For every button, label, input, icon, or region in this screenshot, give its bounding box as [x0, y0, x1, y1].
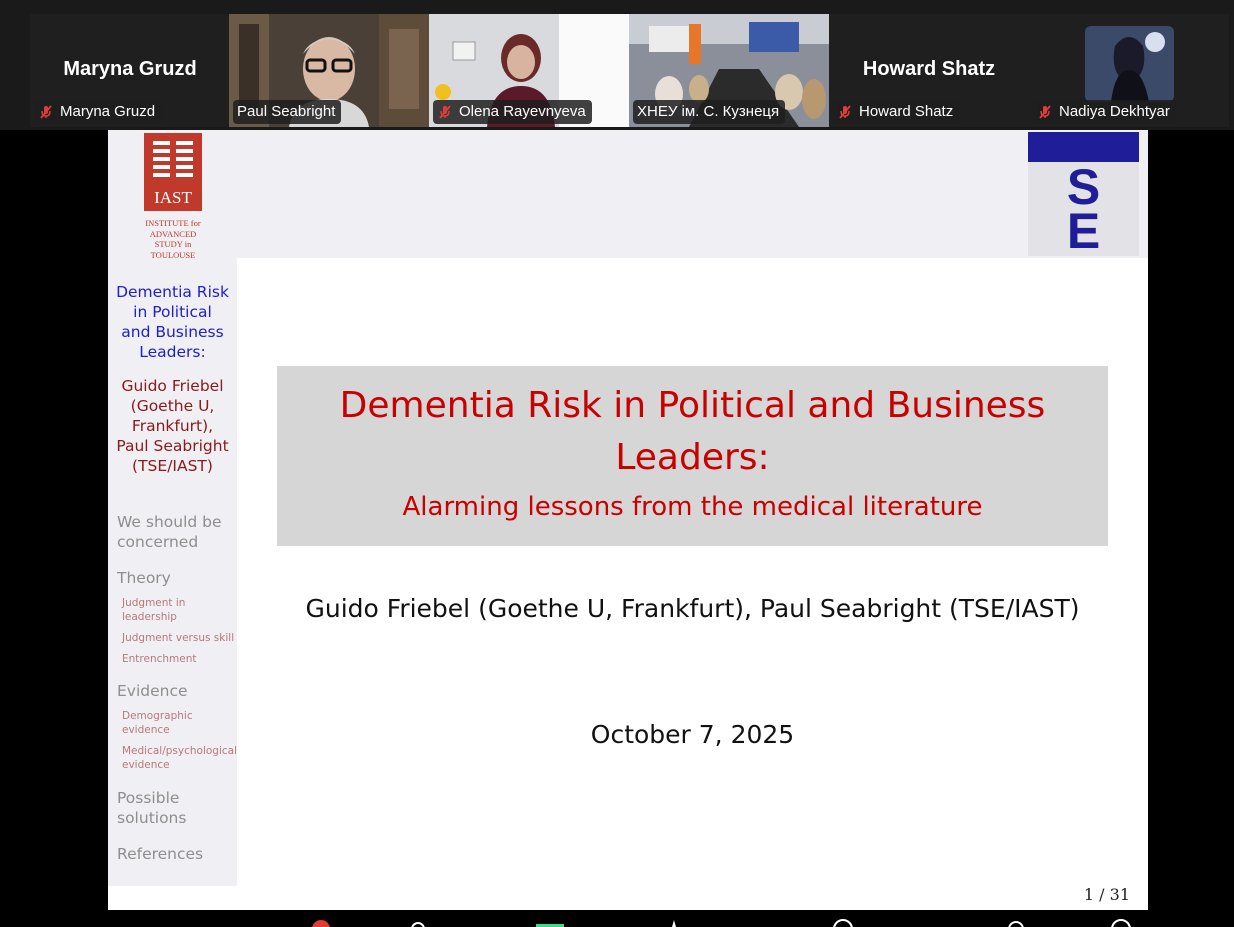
apps-icon[interactable] [666, 918, 682, 927]
participant-tile[interactable]: Nadiya Dekhtyar [1029, 14, 1229, 127]
avatar [1085, 26, 1174, 102]
slide-sidebar-nav: Dementia Risk in Political and Business … [108, 258, 237, 886]
sidebar-title-line: and Business [121, 323, 224, 341]
sidebar-author-line: (Goethe U, [130, 397, 215, 415]
participant-tag-label: ХНЕУ ім. С. Кузнеця [637, 103, 780, 120]
participant-tag-label: Howard Shatz [859, 103, 954, 120]
participant-name-tag: Nadiya Dekhtyar [1033, 100, 1176, 124]
slide-authors: Guido Friebel (Goethe U, Frankfurt), Pau… [108, 594, 1148, 623]
sidebar-author-line: Frankfurt), [131, 417, 214, 435]
iast-caption-line: STUDY in [154, 239, 192, 249]
participants-icon[interactable] [1004, 918, 1028, 927]
mic-muted-icon [439, 105, 451, 119]
participant-tag-label: Maryna Gruzd [60, 103, 156, 120]
sidebar-sub-demographic[interactable]: Demographic evidence [122, 709, 193, 737]
sidebar-author-line: Guido Friebel [121, 377, 224, 395]
slide-header [108, 130, 1148, 258]
sidebar-section-solutions[interactable]: Possible solutions [117, 788, 186, 828]
participant-tile[interactable]: Howard Shatz Howard Shatz [829, 14, 1029, 127]
more-icon[interactable] [832, 918, 854, 927]
sidebar-section-line: solutions [117, 809, 187, 827]
sidebar-sub-entrenchment[interactable]: Entrenchment [122, 652, 197, 666]
shared-slide: IAST INSTITUTE for ADVANCED STUDY in TOU… [108, 130, 1148, 910]
share-screen-icon[interactable] [536, 918, 564, 927]
sidebar-section-line: Possible [117, 789, 180, 807]
chat-icon[interactable] [410, 918, 426, 927]
slide-title-line: Dementia Risk in Political and Business [339, 385, 1046, 426]
participant-tile[interactable]: ХНЕУ ім. С. Кузнеця [629, 14, 829, 127]
sidebar-author-line: (TSE/IAST) [132, 457, 213, 475]
sidebar-section-line: We should be [117, 513, 222, 531]
slide-title: Dementia Risk in Political and Business … [277, 380, 1108, 484]
participant-name-tag: ХНЕУ ім. С. Кузнеця [633, 100, 786, 124]
iast-logo-mark: IAST [144, 133, 202, 211]
participant-name-large: Maryna Gruzd [63, 58, 197, 80]
participant-name-tag: Olena Rayevnyeva [433, 100, 592, 124]
participant-tag-label: Olena Rayevnyeva [459, 103, 586, 120]
mic-muted-icon [40, 105, 52, 119]
sidebar-author-line: Paul Seabright [116, 437, 229, 455]
participant-name-tag: Howard Shatz [833, 100, 960, 124]
settings-icon[interactable] [1110, 918, 1132, 927]
slide-title-block: Dementia Risk in Political and Business … [277, 366, 1108, 546]
participant-name-tag: Maryna Gruzd [34, 100, 162, 124]
participant-tag-label: Nadiya Dekhtyar [1059, 103, 1170, 120]
slide-date: October 7, 2025 [590, 720, 795, 749]
slide-authors-text: Guido Friebel (Goethe U, Frankfurt), Pau… [305, 594, 1080, 623]
slide-subtitle: Alarming lessons from the medical litera… [402, 492, 983, 522]
sidebar-sub-line: evidence [122, 724, 170, 736]
mic-muted-icon [1039, 105, 1051, 119]
sidebar-title-line: Dementia Risk [116, 283, 229, 301]
participant-tile[interactable]: Olena Rayevnyeva [429, 14, 629, 127]
sidebar-authors: Guido Friebel (Goethe U, Frankfurt), Pau… [108, 376, 237, 476]
participant-name-tag: Paul Seabright [233, 100, 342, 124]
sidebar-sub-medical[interactable]: Medical/psychological evidence [122, 744, 237, 772]
mic-muted-icon [839, 105, 851, 119]
sidebar-sub-line: Medical/psychological [122, 745, 238, 757]
page-number: 1 / 31 [1083, 885, 1130, 904]
slide-title-line: Leaders: [615, 437, 770, 478]
sidebar-section-line: concerned [117, 533, 199, 551]
iast-logo-text: IAST [154, 188, 192, 207]
sidebar-sub-judgment-skill[interactable]: Judgment versus skill [122, 631, 234, 645]
sidebar-title-line: in Political [133, 303, 212, 321]
iast-logo: IAST INSTITUTE for ADVANCED STUDY in TOU… [144, 133, 202, 260]
se-logo-letter: E [1066, 203, 1101, 259]
participant-tag-label: Paul Seabright [237, 103, 336, 120]
sidebar-title[interactable]: Dementia Risk in Political and Business … [108, 282, 237, 362]
sidebar-section-evidence[interactable]: Evidence [117, 681, 188, 701]
iast-caption-line: ADVANCED [149, 228, 197, 239]
participant-strip: Maryna Gruzd Maryna Gruzd Paul Seabright [0, 0, 1234, 130]
sidebar-section-theory[interactable]: Theory [117, 568, 171, 588]
reactions-icon[interactable] [310, 918, 332, 927]
se-logo: S E [1028, 132, 1139, 256]
participant-tile[interactable]: Maryna Gruzd Maryna Gruzd [30, 14, 230, 127]
sidebar-sub-line: evidence [122, 759, 170, 771]
participant-tile-active[interactable]: Paul Seabright [229, 14, 429, 127]
sidebar-section-references[interactable]: References [117, 844, 203, 864]
sidebar-sub-line: Demographic [122, 710, 193, 722]
sidebar-section-concerned[interactable]: We should be concerned [117, 512, 222, 552]
iast-caption-line: INSTITUTE for [145, 218, 201, 228]
sidebar-title-line: Leaders: [139, 343, 206, 361]
meeting-toolbar [0, 910, 1234, 927]
participant-name-large: Howard Shatz [862, 58, 996, 80]
